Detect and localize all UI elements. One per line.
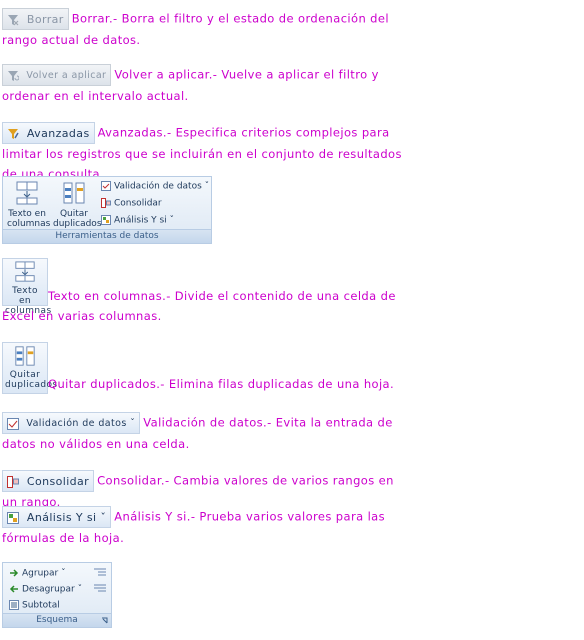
volver-paragraph: Volver a aplicar Volver a aplicar.- Vuel…: [2, 64, 412, 106]
esquema-group: Agrupar ˇ Desagrupar ˇ Subtotal Esquema: [2, 562, 112, 628]
validacion-datos-button[interactable]: Validación de datos ˇ: [2, 412, 141, 434]
consolidate-icon: [101, 198, 111, 208]
avanzadas-label: Avanzadas: [26, 127, 90, 140]
analisis-button-label: Análisis Y si ˇ: [26, 511, 107, 524]
borrar-paragraph: Borrar Borrar.- Borra el filtro y el est…: [2, 8, 412, 50]
texto-columnas-big-button[interactable]: Texto en columnas: [2, 258, 51, 316]
reapply-filter-icon: [8, 70, 19, 81]
esquema-group-title: Esquema: [3, 613, 111, 627]
quitar-duplicados-label-2: duplicados: [53, 219, 102, 229]
texto-paragraph: Texto en columnas Texto en columnas.- Di…: [2, 258, 412, 326]
quitar-duplicados-big-button[interactable]: Quitar duplicados: [2, 342, 57, 394]
consolidar-button-label: Consolidar: [26, 475, 90, 488]
volver-aplicar-button[interactable]: Volver a aplicar: [2, 64, 112, 86]
desagrupar-item[interactable]: Desagrupar ˇ: [9, 584, 82, 595]
texto-description: Texto en columnas.- Divide el contenido …: [2, 289, 396, 323]
consolidar-item[interactable]: Consolidar: [101, 198, 162, 209]
agrupar-label: Agrupar ˇ: [22, 568, 66, 579]
avanzadas-button[interactable]: Avanzadas: [2, 122, 95, 144]
hide-detail-icon[interactable]: [93, 583, 107, 593]
consolidate-icon: [7, 476, 19, 488]
analisis-item[interactable]: Análisis Y si ˇ: [101, 215, 174, 226]
consolidar-label: Consolidar: [114, 198, 162, 209]
subtotal-item[interactable]: Subtotal: [9, 600, 60, 611]
analisis-button[interactable]: Análisis Y si ˇ: [2, 506, 112, 528]
validacion-datos-item[interactable]: Validación de datos ˇ: [101, 181, 209, 192]
what-if-analysis-icon: [7, 512, 19, 524]
analisis-paragraph: Análisis Y si ˇ Análisis Y si.- Prueba v…: [2, 506, 412, 548]
texto-big-label-1: Texto en: [12, 286, 38, 306]
quitar-paragraph: Quitar duplicados Quitar duplicados.- El…: [2, 342, 412, 394]
remove-duplicates-icon: [15, 346, 35, 366]
esquema-title-label: Esquema: [36, 615, 78, 625]
herramientas-group-title: Herramientas de datos: [3, 229, 211, 243]
clear-filter-icon: [8, 15, 19, 26]
text-to-columns-icon: [15, 261, 35, 282]
texto-columnas-label-2: columnas: [7, 219, 51, 229]
what-if-analysis-icon: [101, 215, 111, 225]
remove-duplicates-icon: [63, 182, 85, 204]
quitar-duplicados-label-1: Quitar: [59, 209, 89, 219]
ungroup-arrow-icon: [9, 585, 18, 593]
data-validation-icon: [101, 181, 111, 191]
agrupar-item[interactable]: Agrupar ˇ: [9, 568, 66, 579]
borrar-button-label: Borrar: [26, 13, 64, 26]
validacion-datos-label: Validación de datos ˇ: [114, 181, 210, 192]
borrar-button[interactable]: Borrar: [2, 8, 69, 30]
validacion-paragraph: Validación de datos ˇ Validación de dato…: [2, 412, 412, 454]
advanced-filter-icon: [8, 129, 19, 139]
consolidar-button[interactable]: Consolidar: [2, 470, 95, 492]
show-detail-icon[interactable]: [93, 567, 107, 577]
volver-aplicar-label: Volver a aplicar: [26, 70, 107, 81]
validacion-button-label: Validación de datos ˇ: [26, 418, 136, 429]
texto-columnas-label-1: Texto en: [8, 209, 46, 219]
text-to-columns-icon: [16, 181, 38, 205]
analisis-label: Análisis Y si ˇ: [114, 215, 175, 226]
quitar-big-label-1: Quitar: [9, 370, 41, 380]
herramientas-datos-group: Texto en columnas Quitar duplicados Vali…: [2, 176, 212, 244]
data-validation-icon: [7, 417, 19, 430]
group-arrow-icon: [10, 569, 19, 577]
quitar-description: Quitar duplicados.- Elimina filas duplic…: [48, 377, 395, 391]
avanzadas-paragraph: Avanzadas Avanzadas.- Especifica criteri…: [2, 122, 412, 184]
dialog-launcher-icon[interactable]: [101, 617, 108, 624]
quitar-duplicados-button[interactable]: Quitar duplicados: [53, 180, 102, 229]
texto-columnas-button[interactable]: Texto en columnas: [7, 180, 51, 229]
subtotal-label: Subtotal: [22, 600, 60, 611]
subtotal-icon: [9, 600, 19, 610]
desagrupar-label: Desagrupar ˇ: [22, 584, 83, 595]
